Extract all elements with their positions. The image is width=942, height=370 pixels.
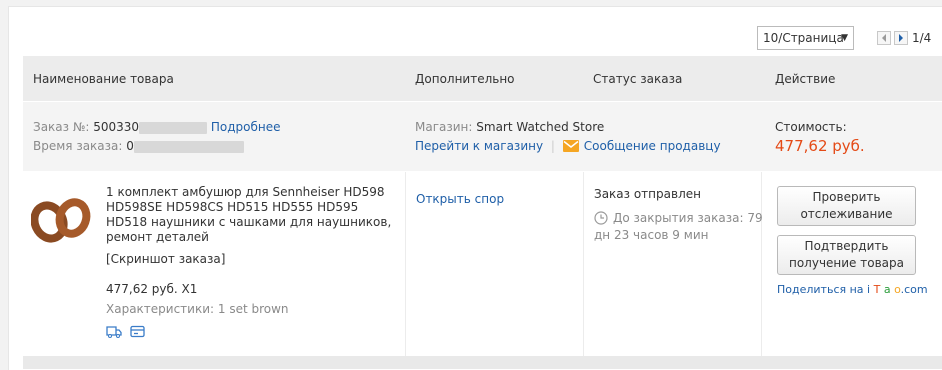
column-header-action: Действие	[775, 72, 836, 86]
next-page-button[interactable]	[894, 31, 908, 45]
go-to-store-link[interactable]: Перейти к магазину	[415, 139, 543, 153]
column-header-additional: Дополнительно	[415, 72, 515, 86]
order-number-value: 500330	[93, 120, 140, 134]
per-page-select[interactable]: 10/Страница ▼	[757, 26, 854, 50]
next-row-edge	[23, 356, 942, 369]
details-link[interactable]: Подробнее	[211, 120, 281, 134]
order-info-row: Заказ №: 500330 Подробнее Время заказа: …	[23, 102, 942, 171]
product-thumbnail[interactable]	[31, 196, 93, 248]
caret-down-icon: ▼	[841, 33, 848, 43]
cost-value: 477,62 руб.	[775, 137, 865, 155]
per-page-value: 10/Страница	[763, 31, 844, 45]
envelope-icon	[562, 140, 579, 152]
column-divider	[761, 172, 762, 356]
page-indicator: 1/4	[912, 31, 932, 45]
product-title[interactable]: 1 комплект амбушюр для Sennheiser HD598 …	[106, 185, 396, 245]
message-seller-link[interactable]: Сообщение продавцу	[584, 139, 721, 153]
store-links: Перейти к магазину | Сообщение продавцу	[415, 139, 721, 153]
column-divider	[583, 172, 584, 356]
open-dispute-link[interactable]: Открыть спор	[416, 192, 504, 206]
redacted-block	[133, 140, 244, 153]
itao-logo[interactable]: i T a o.com	[867, 283, 928, 296]
column-header-status: Статус заказа	[593, 72, 683, 86]
chevron-right-icon	[899, 34, 903, 42]
delivery-truck-icon[interactable]	[106, 325, 122, 338]
store-line: Магазин: Smart Watched Store	[415, 120, 604, 134]
order-number-line: Заказ №: 500330 Подробнее	[33, 120, 280, 134]
order-status: Заказ отправлен	[594, 187, 701, 201]
prev-page-button[interactable]	[877, 31, 891, 45]
chevron-left-icon	[882, 34, 886, 42]
confirm-receipt-button[interactable]: Подтвердить получение товара	[777, 235, 916, 275]
table-header: Наименование товара Дополнительно Статус…	[23, 56, 942, 101]
store-label: Магазин:	[415, 120, 473, 134]
payment-card-icon[interactable]	[130, 325, 145, 338]
cost-label: Стоимость:	[775, 120, 847, 134]
item-characteristics: Характеристики: 1 set brown	[106, 302, 289, 316]
order-time-value: 0	[126, 139, 134, 153]
order-screenshot-link[interactable]: [Скриншот заказа]	[106, 252, 225, 266]
item-price-qty: 477,62 руб. X1	[106, 282, 198, 296]
countdown-text: До закрытия заказа: 79 дн 23 часов 9 мин	[594, 211, 763, 242]
column-divider	[405, 172, 406, 356]
redacted-block	[139, 121, 208, 134]
share-line[interactable]: Поделиться на i T a o.com	[777, 283, 928, 296]
order-time-line: Время заказа: 0	[33, 139, 244, 153]
order-number-label: Заказ №:	[33, 120, 90, 134]
store-name: Smart Watched Store	[476, 120, 605, 134]
order-time-label: Время заказа:	[33, 139, 123, 153]
share-label: Поделиться на	[777, 283, 864, 296]
check-tracking-button[interactable]: Проверить отслеживание	[777, 186, 916, 226]
column-header-product: Наименование товара	[33, 72, 174, 86]
order-item-row: 1 комплект амбушюр для Sennheiser HD598 …	[23, 172, 942, 356]
link-separator: |	[550, 139, 555, 153]
